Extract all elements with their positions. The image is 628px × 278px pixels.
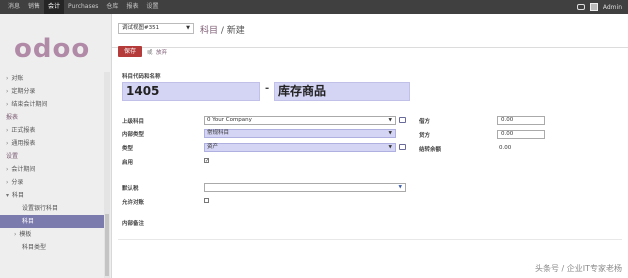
sidebar-item-bank-accounts[interactable]: 设置银行科目: [0, 202, 104, 215]
debug-view-label: 调试视图#351: [122, 25, 160, 31]
menu-reports[interactable]: 报表: [122, 0, 142, 14]
sidebar-item-templates[interactable]: › 模板: [0, 228, 104, 241]
sidebar-section-settings: 设置: [6, 153, 19, 160]
internal-type-label: 内部类型: [122, 132, 145, 138]
account-name-input[interactable]: 库存商品: [274, 82, 410, 101]
active-checkbox[interactable]: ✓: [204, 158, 209, 164]
internal-type-select[interactable]: 常规科目 ▼: [204, 129, 396, 138]
caret-right-icon: ›: [6, 101, 9, 108]
sidebar-scroll-thumb[interactable]: [105, 214, 109, 276]
caret-right-icon: ›: [6, 127, 9, 134]
form-sheet: 科目代码和名称 1405 - 库存商品 上级科目 0 Your Company …: [112, 64, 628, 278]
menu-messages[interactable]: 消息: [4, 0, 24, 14]
menu-settings[interactable]: 设置: [142, 0, 162, 14]
user-name[interactable]: Admin: [603, 4, 622, 11]
sidebar-item-generic-reports[interactable]: › 通用报表: [0, 137, 104, 150]
type-label: 类型: [122, 146, 134, 152]
chevron-down-icon: ▼: [398, 185, 402, 190]
balance-value: 0.00: [499, 145, 512, 151]
default-tax-label: 默认税: [122, 186, 139, 192]
sidebar-item-label: 科目: [12, 192, 25, 199]
sidebar-item-recurring-entries[interactable]: › 定期分录: [0, 85, 104, 98]
breadcrumb: 科目 / 新建: [200, 23, 245, 36]
menu-accounting[interactable]: 会计: [44, 0, 65, 14]
balance-label: 结转余额: [419, 147, 442, 153]
sidebar-item-label: 结束会计期间: [11, 101, 48, 108]
account-type-select[interactable]: 资产 ▼: [204, 143, 396, 152]
allow-reconcile-checkbox[interactable]: [204, 198, 209, 203]
sidebar-nav: › 对账 › 定期分录 › 结束会计期间 报表 › 正式报表 › 通用报表 设置 › 会计期…: [0, 72, 104, 254]
sidebar-item-label: 会计期间: [11, 166, 36, 173]
sidebar-item-close-period[interactable]: › 结束会计期间: [0, 98, 104, 111]
external-link-icon[interactable]: [399, 117, 406, 123]
save-button[interactable]: 保存: [118, 46, 142, 57]
menu-warehouse[interactable]: 仓库: [102, 0, 122, 14]
sidebar-section-reports: 报表: [6, 114, 19, 121]
chevron-down-icon: ▼: [388, 145, 392, 150]
caret-right-icon: ›: [6, 88, 9, 95]
sidebar-item-label: 正式报表: [11, 127, 36, 134]
menu-purchases[interactable]: Purchases: [64, 0, 102, 14]
parent-account-select[interactable]: 0 Your Company ▼: [204, 116, 396, 125]
external-link-icon[interactable]: [399, 144, 406, 150]
chevron-down-icon: ▼: [186, 25, 190, 31]
menu-sales[interactable]: 销售: [24, 0, 44, 14]
breadcrumb-separator: /: [218, 26, 227, 36]
breadcrumb-current: 新建: [226, 26, 245, 36]
top-menu-bar: 消息 销售 会计 Purchases 仓库 报表 设置 Admin: [0, 0, 628, 14]
caret-right-icon: ›: [6, 140, 9, 147]
debit-label: 借方: [419, 119, 431, 125]
active-label: 启用: [122, 160, 134, 166]
sidebar-item-accounts-list[interactable]: 科目: [0, 215, 104, 228]
internal-notes-label: 内部备注: [122, 221, 145, 227]
sidebar: odoo › 对账 › 定期分录 › 结束会计期间 报表 › 正式报表 › 通用报表 设置…: [0, 14, 112, 278]
parent-account-label: 上级科目: [122, 119, 145, 125]
internal-type-value: 常规科目: [207, 130, 230, 136]
caret-right-icon: ›: [6, 179, 9, 186]
caret-right-icon: ›: [14, 231, 17, 238]
credit-input[interactable]: 0.00: [497, 130, 545, 139]
breadcrumb-accounts-link[interactable]: 科目: [200, 26, 218, 36]
sidebar-item-accounts[interactable]: ▾ 科目: [0, 189, 104, 202]
caret-down-icon: ▾: [6, 192, 10, 199]
chevron-down-icon: ▼: [388, 131, 392, 136]
chevron-down-icon: ▼: [388, 118, 392, 123]
caret-right-icon: ›: [6, 75, 9, 82]
sidebar-item-label: 定期分录: [11, 88, 36, 95]
account-type-value: 资产: [207, 144, 219, 150]
code-name-dash: -: [265, 83, 270, 94]
main-content: 调试视图#351 ▼ 科目 / 新建 保存 或 放弃 科目代码和名称 1405 …: [112, 14, 628, 278]
sidebar-item-label: 模板: [19, 231, 32, 238]
avatar[interactable]: [589, 3, 598, 11]
sidebar-item-periods[interactable]: › 会计期间: [0, 163, 104, 176]
chat-icon[interactable]: [576, 4, 585, 10]
sidebar-item-label: 分录: [11, 179, 24, 186]
default-tax-select[interactable]: ▼: [204, 183, 406, 192]
sidebar-item-formal-reports[interactable]: › 正式报表: [0, 124, 104, 137]
account-code-input[interactable]: 1405: [122, 82, 260, 101]
credit-label: 贷方: [419, 133, 431, 139]
sidebar-item-reconcile[interactable]: › 对账: [0, 72, 104, 85]
caret-right-icon: ›: [6, 166, 9, 173]
sidebar-item-label: 对账: [11, 75, 24, 82]
or-text: 或: [147, 50, 153, 56]
parent-account-value: 0 Your Company: [207, 117, 252, 123]
sidebar-item-label: 通用报表: [11, 140, 36, 147]
debit-input[interactable]: 0.00: [497, 116, 545, 125]
sidebar-item-account-types[interactable]: 科目类型: [0, 241, 104, 254]
sidebar-item-journals[interactable]: › 分录: [0, 176, 104, 189]
main-menu: 消息 销售 会计 Purchases 仓库 报表 设置: [4, 0, 162, 14]
discard-link[interactable]: 放弃: [156, 48, 167, 56]
watermark: 头条号 / 企业IT专家老杨: [534, 264, 622, 273]
odoo-logo[interactable]: odoo: [14, 34, 90, 64]
debug-view-select[interactable]: 调试视图#351 ▼: [118, 23, 194, 34]
user-area: Admin: [576, 0, 622, 14]
code-name-label: 科目代码和名称: [122, 74, 161, 80]
view-header: 调试视图#351 ▼ 科目 / 新建: [112, 14, 628, 48]
allow-reconcile-label: 允许对账: [122, 200, 145, 206]
